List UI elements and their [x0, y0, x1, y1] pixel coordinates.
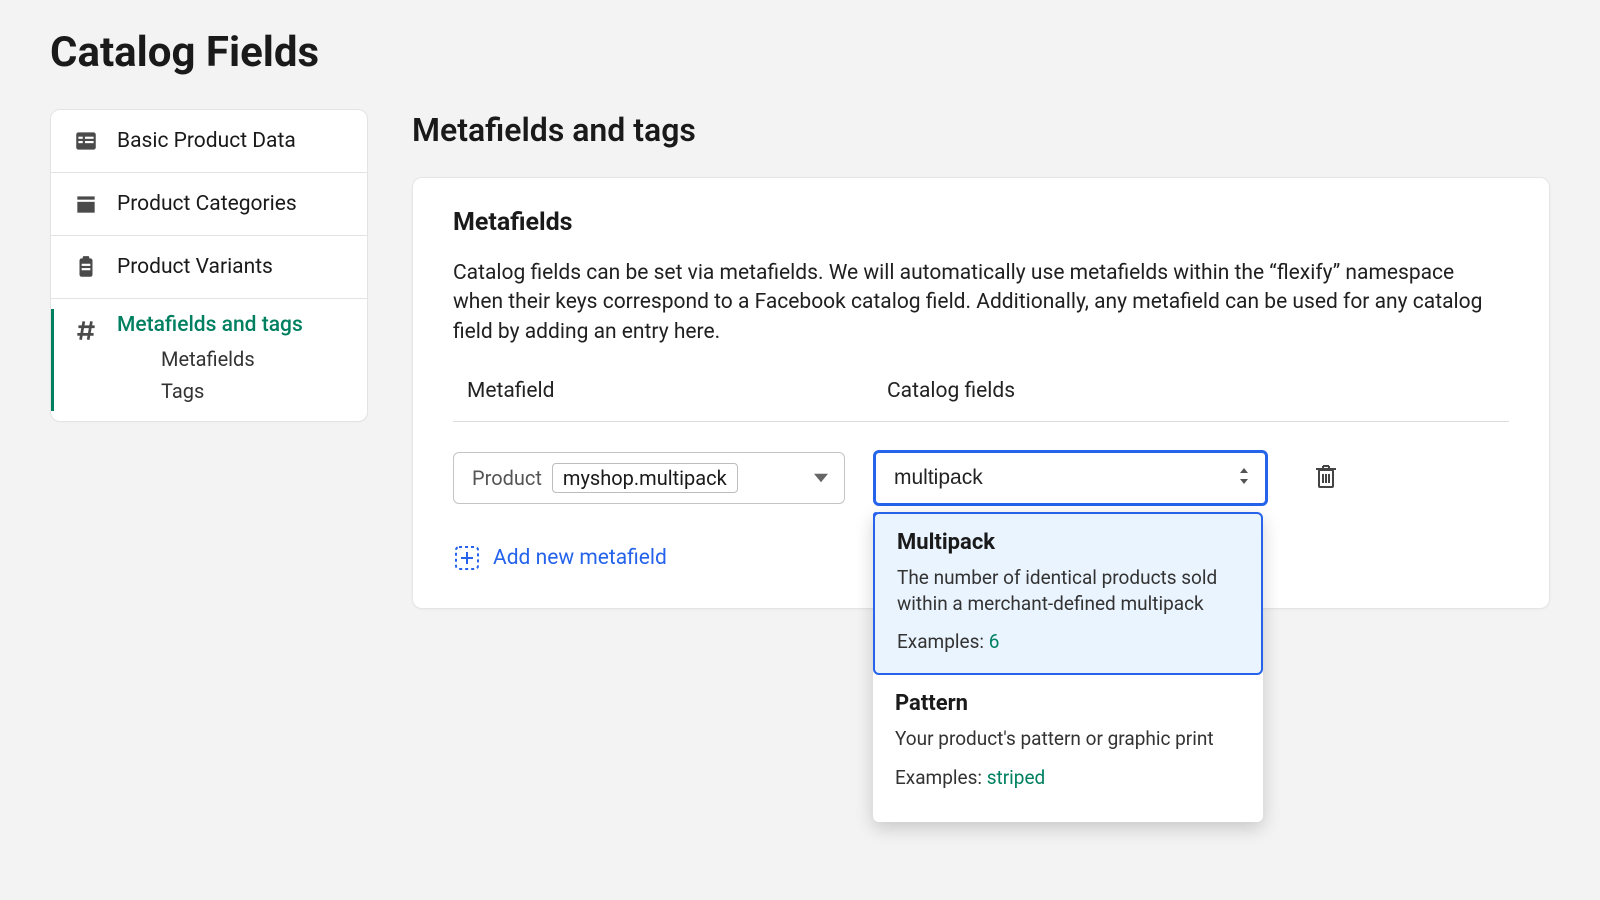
metafields-card: Metafields Catalog fields can be set via…: [412, 177, 1550, 609]
option-description: The number of identical products sold wi…: [897, 565, 1241, 616]
sidebar-subitem-tags[interactable]: Tags: [161, 379, 303, 403]
sidebar-item-label: Product Categories: [117, 192, 297, 216]
card-description: Catalog fields can be set via metafields…: [453, 259, 1509, 347]
dropdown-option-multipack[interactable]: Multipack The number of identical produc…: [873, 512, 1263, 675]
trash-icon: [1314, 463, 1338, 493]
stack-icon: [73, 191, 99, 217]
dropdown-option-pattern[interactable]: Pattern Your product's pattern or graphi…: [873, 675, 1263, 809]
chevron-down-icon: [814, 466, 828, 490]
option-examples: Examples: 6: [897, 630, 1241, 653]
option-title: Pattern: [895, 691, 1243, 716]
option-example-value: striped: [987, 766, 1046, 789]
metafield-key-chip: myshop.multipack: [552, 463, 738, 493]
option-examples-label: Examples:: [897, 630, 984, 653]
page-title: Catalog Fields: [50, 28, 1550, 77]
option-examples: Examples: striped: [895, 766, 1243, 789]
sidebar-item-basic-product-data[interactable]: Basic Product Data: [51, 110, 367, 173]
sidebar-item-metafields-tags[interactable]: Metafields and tags Metafields Tags: [51, 299, 367, 421]
add-metafield-label: Add new metafield: [493, 546, 667, 570]
catalog-field-input[interactable]: [873, 450, 1268, 506]
column-header-metafield: Metafield: [467, 379, 887, 403]
sidebar: Basic Product Data Product Categories Pr…: [50, 109, 368, 422]
delete-row-button[interactable]: [1308, 463, 1344, 493]
metafield-row: Product myshop.multipack: [453, 422, 1509, 510]
sidebar-item-label: Product Variants: [117, 255, 273, 279]
metafield-scope: Product: [472, 466, 542, 490]
catalog-field-wrapper: Multipack The number of identical produc…: [873, 450, 1268, 506]
main-content: Metafields and tags Metafields Catalog f…: [412, 109, 1550, 609]
select-arrows-icon: [1238, 468, 1250, 488]
catalog-field-dropdown: Multipack The number of identical produc…: [873, 512, 1263, 822]
table-icon: [73, 128, 99, 154]
add-dashed-icon: [453, 544, 481, 572]
sidebar-subitem-metafields[interactable]: Metafields: [161, 347, 303, 371]
clipboard-icon: [73, 254, 99, 280]
sidebar-item-label: Basic Product Data: [117, 129, 296, 153]
card-title: Metafields: [453, 208, 1509, 237]
option-title: Multipack: [897, 530, 1241, 555]
dropdown-option-pause[interactable]: Pause: [873, 809, 1263, 822]
sidebar-item-product-categories[interactable]: Product Categories: [51, 173, 367, 236]
hash-icon: [73, 317, 99, 343]
option-description: Your product's pattern or graphic print: [895, 726, 1243, 752]
option-example-value: 6: [989, 630, 1000, 653]
sidebar-item-product-variants[interactable]: Product Variants: [51, 236, 367, 299]
table-header: Metafield Catalog fields: [453, 379, 1509, 422]
section-heading: Metafields and tags: [412, 111, 1550, 149]
option-examples-label: Examples:: [895, 766, 982, 789]
metafield-select[interactable]: Product myshop.multipack: [453, 452, 845, 504]
sidebar-active-title: Metafields and tags: [117, 313, 303, 337]
column-header-catalog: Catalog fields: [887, 379, 1495, 403]
